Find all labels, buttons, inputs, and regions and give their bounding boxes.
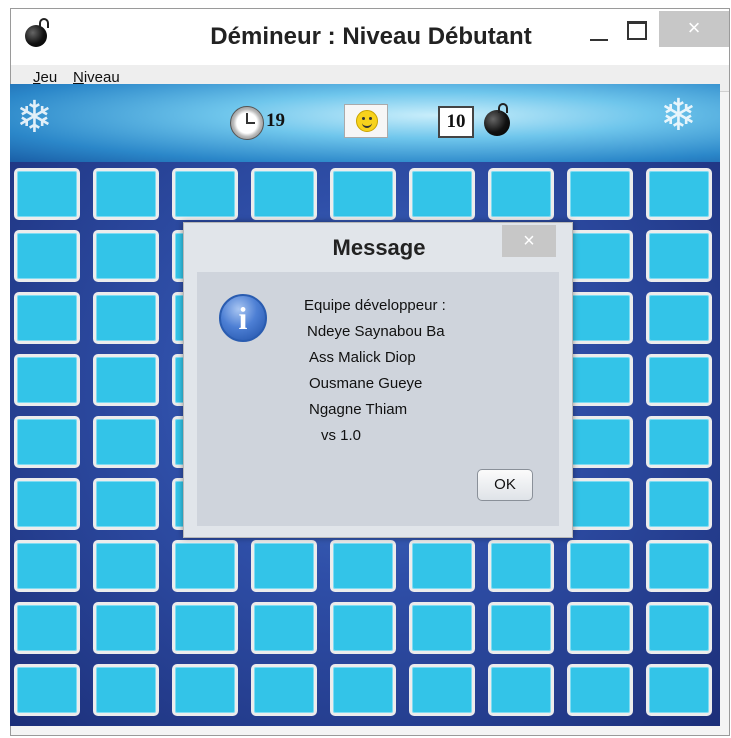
mine-cell[interactable]: [330, 168, 396, 220]
message-dialog: Message × i Equipe développeur : Ndeye S…: [183, 222, 573, 538]
mine-cell[interactable]: [93, 168, 159, 220]
message-line: Ndeye Saynabou Ba: [307, 323, 445, 340]
bomb-icon: [484, 103, 510, 136]
mine-cell[interactable]: [567, 354, 633, 406]
mine-cell[interactable]: [14, 354, 80, 406]
mine-cell[interactable]: [172, 168, 238, 220]
mine-cell[interactable]: [646, 354, 712, 406]
mine-cell[interactable]: [14, 664, 80, 716]
mine-cell[interactable]: [251, 602, 317, 654]
message-line: Ngagne Thiam: [309, 401, 408, 418]
minimize-button[interactable]: [586, 19, 614, 53]
mine-cell[interactable]: [409, 540, 475, 592]
ok-button[interactable]: OK: [477, 469, 533, 501]
mine-cell[interactable]: [93, 664, 159, 716]
maximize-button[interactable]: [627, 21, 649, 43]
mine-cell[interactable]: [172, 602, 238, 654]
mine-cell[interactable]: [567, 292, 633, 344]
mine-cell[interactable]: [14, 478, 80, 530]
mine-cell[interactable]: [567, 602, 633, 654]
game-header: ❄ ❄ 19 10: [10, 84, 720, 162]
mine-cell[interactable]: [14, 602, 80, 654]
new-game-smiley-button[interactable]: [344, 104, 388, 138]
snowflake-decoration: ❄: [16, 93, 53, 142]
mine-cell[interactable]: [567, 416, 633, 468]
mine-cell[interactable]: [646, 230, 712, 282]
mine-cell[interactable]: [251, 168, 317, 220]
info-icon: i: [219, 294, 267, 342]
mine-cell[interactable]: [330, 602, 396, 654]
dialog-body: i Equipe développeur : Ndeye Saynabou Ba…: [197, 272, 559, 526]
mine-cell[interactable]: [409, 168, 475, 220]
mine-cell[interactable]: [93, 602, 159, 654]
mine-cell[interactable]: [646, 664, 712, 716]
mine-cell[interactable]: [172, 664, 238, 716]
mine-cell[interactable]: [488, 168, 554, 220]
mine-cell[interactable]: [567, 478, 633, 530]
message-line: vs 1.0: [321, 427, 362, 444]
mine-cell[interactable]: [646, 292, 712, 344]
mine-cell[interactable]: [14, 292, 80, 344]
mine-cell[interactable]: [14, 416, 80, 468]
mine-cell[interactable]: [567, 168, 633, 220]
snowflake-decoration: ❄: [660, 91, 697, 140]
mine-cell[interactable]: [567, 230, 633, 282]
timer-display: 19: [266, 110, 285, 131]
mine-cell[interactable]: [93, 292, 159, 344]
mine-cell[interactable]: [330, 540, 396, 592]
mine-cell[interactable]: [93, 478, 159, 530]
close-button[interactable]: ×: [659, 11, 729, 47]
bomb-icon: [25, 18, 49, 49]
mine-cell[interactable]: [409, 664, 475, 716]
mine-cell[interactable]: [14, 230, 80, 282]
message-line: Ass Malick Diop: [309, 349, 416, 366]
mine-cell[interactable]: [93, 540, 159, 592]
window-title: Démineur : Niveau Débutant: [210, 23, 532, 50]
title-bar: Démineur : Niveau Débutant ×: [11, 9, 729, 65]
mine-cell[interactable]: [488, 540, 554, 592]
mine-cell[interactable]: [646, 168, 712, 220]
mine-counter: 10: [438, 106, 474, 138]
mine-cell[interactable]: [646, 416, 712, 468]
mine-cell[interactable]: [646, 478, 712, 530]
mine-cell[interactable]: [488, 664, 554, 716]
mine-cell[interactable]: [93, 416, 159, 468]
mine-cell[interactable]: [488, 602, 554, 654]
mine-cell[interactable]: [567, 664, 633, 716]
mine-cell[interactable]: [409, 602, 475, 654]
message-line: Equipe développeur :: [304, 297, 446, 314]
mine-cell[interactable]: [567, 540, 633, 592]
clock-icon: [230, 106, 264, 140]
mine-cell[interactable]: [14, 540, 80, 592]
message-line: Ousmane Gueye: [309, 375, 423, 392]
mine-cell[interactable]: [93, 354, 159, 406]
mine-cell[interactable]: [330, 664, 396, 716]
mine-cell[interactable]: [251, 664, 317, 716]
smiley-face-icon: [356, 110, 378, 132]
mine-cell[interactable]: [251, 540, 317, 592]
mine-cell[interactable]: [14, 168, 80, 220]
mine-cell[interactable]: [172, 540, 238, 592]
mine-cell[interactable]: [646, 540, 712, 592]
mine-cell[interactable]: [646, 602, 712, 654]
dialog-close-button[interactable]: ×: [502, 225, 556, 257]
mine-cell[interactable]: [93, 230, 159, 282]
